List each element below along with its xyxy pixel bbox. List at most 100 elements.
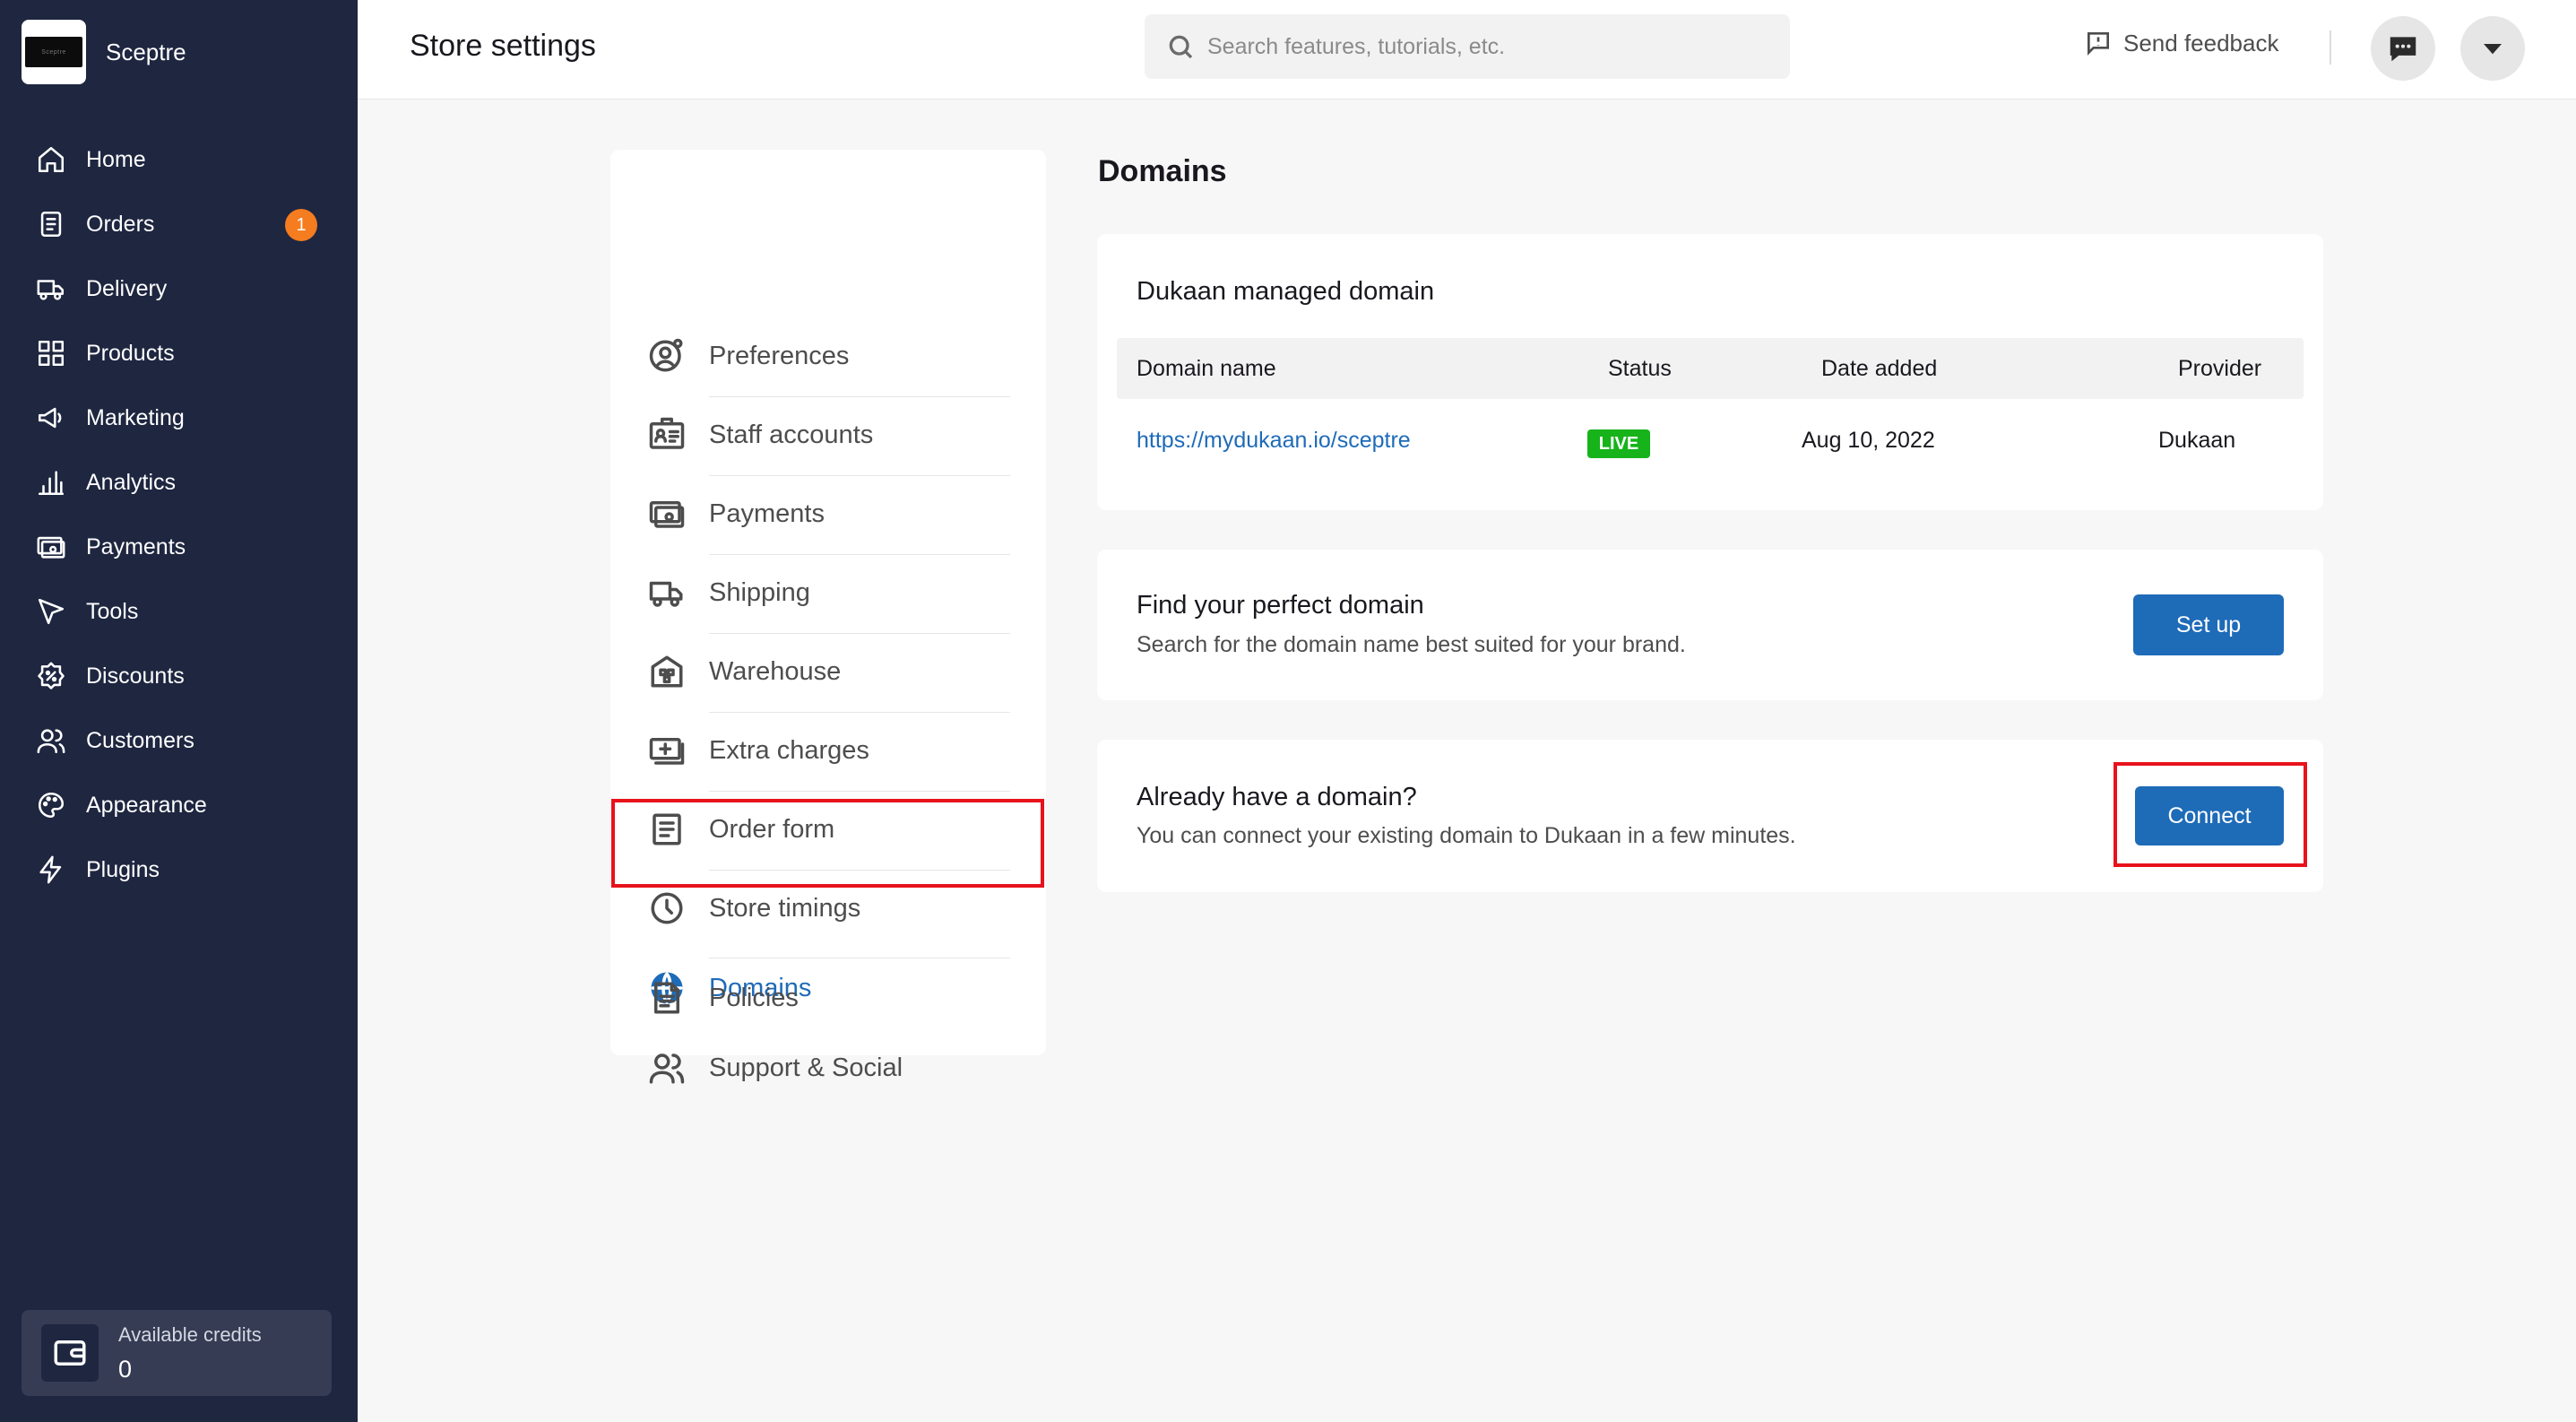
header-divider <box>2330 30 2331 65</box>
search-input[interactable] <box>1207 33 1763 60</box>
sidebar-item-label: Appearance <box>86 792 207 818</box>
send-feedback-button[interactable]: Send feedback <box>2084 29 2278 57</box>
caret-down-icon <box>2484 44 2502 55</box>
sidebar-item-label: Orders <box>86 211 155 237</box>
status-badge: LIVE <box>1587 429 1650 458</box>
account-menu-button[interactable] <box>2460 16 2525 81</box>
payments-icon <box>34 530 68 564</box>
store-brand[interactable]: Sceptre Sceptre <box>22 20 186 84</box>
settings-item-shipping[interactable]: Shipping <box>648 553 1010 632</box>
credits-label: Available credits <box>118 1322 262 1346</box>
page-title: Store settings <box>410 29 596 63</box>
top-header: Store settings Send feedback <box>358 0 2576 100</box>
sidebar-item-orders[interactable]: Orders 1 <box>0 192 358 256</box>
settings-item-label: Store timings <box>709 893 861 923</box>
managed-domain-heading: Dukaan managed domain <box>1137 277 1435 306</box>
sidebar-item-delivery[interactable]: Delivery <box>0 256 358 321</box>
grid-icon <box>34 336 68 370</box>
sidebar-item-products[interactable]: Products <box>0 321 358 386</box>
column-domain-name: Domain name <box>1137 356 1276 381</box>
sidebar-item-label: Payments <box>86 533 186 559</box>
sidebar-item-plugins[interactable]: Plugins <box>0 837 358 902</box>
settings-item-label: Support & Social <box>709 1053 903 1082</box>
settings-item-label: Preferences <box>709 341 850 370</box>
order-form-icon <box>648 811 686 848</box>
sidebar-item-label: Home <box>86 146 146 172</box>
wallet-icon <box>41 1324 99 1382</box>
sidebar-item-label: Analytics <box>86 469 177 495</box>
settings-item-label: Extra charges <box>709 735 869 765</box>
palette-icon <box>34 788 68 822</box>
megaphone-icon <box>34 401 68 435</box>
column-status: Status <box>1608 356 1672 381</box>
connect-domain-subtext: You can connect your existing domain to … <box>1137 823 1796 848</box>
settings-item-label: Warehouse <box>709 656 842 686</box>
bar-chart-icon <box>34 465 68 499</box>
sidebar-item-customers[interactable]: Customers <box>0 708 358 773</box>
store-name: Sceptre <box>106 38 186 65</box>
sidebar-item-label: Tools <box>86 598 139 624</box>
staff-icon <box>648 416 686 454</box>
sidebar-item-label: Customers <box>86 727 194 753</box>
available-credits-card[interactable]: Available credits 0 <box>22 1310 332 1396</box>
search-bar[interactable] <box>1145 14 1790 79</box>
home-icon <box>34 143 68 177</box>
provider-value: Dukaan <box>2158 428 2236 453</box>
sidebar-item-discounts[interactable]: Discounts <box>0 644 358 708</box>
search-icon <box>1169 35 1193 59</box>
store-logo-text: Sceptre <box>41 48 66 56</box>
domain-link[interactable]: https://mydukaan.io/sceptre <box>1137 428 1411 454</box>
sidebar-item-label: Delivery <box>86 275 168 301</box>
connect-button[interactable]: Connect <box>2135 786 2284 845</box>
settings-item-staff-accounts[interactable]: Staff accounts <box>648 395 1010 474</box>
payments-icon <box>648 495 686 533</box>
settings-item-label: Order form <box>709 814 835 844</box>
settings-item-support-social[interactable]: Support & Social <box>648 1028 1010 1107</box>
settings-item-label: Payments <box>709 499 825 528</box>
connect-domain-heading: Already have a domain? <box>1137 783 1417 811</box>
feedback-icon <box>2088 32 2109 56</box>
lightning-icon <box>34 853 68 887</box>
orders-icon <box>34 207 68 241</box>
settings-item-warehouse[interactable]: Warehouse <box>648 632 1010 711</box>
sidebar-item-home[interactable]: Home <box>0 127 358 192</box>
users-icon <box>34 724 68 758</box>
sidebar-item-tools[interactable]: Tools <box>0 579 358 644</box>
sidebar-item-label: Plugins <box>86 856 160 882</box>
policies-icon <box>648 979 686 1017</box>
find-domain-subtext: Search for the domain name best suited f… <box>1137 632 1686 657</box>
settings-item-label: Shipping <box>709 577 810 607</box>
column-date-added: Date added <box>1821 356 1938 381</box>
store-logo: Sceptre <box>22 20 86 84</box>
sidebar-nav: Home Orders 1 Delivery Products Marketin… <box>0 127 358 902</box>
managed-domain-card: Dukaan managed domain Domain name Status… <box>1097 234 2323 510</box>
sidebar-item-label: Products <box>86 340 175 366</box>
sidebar-item-label: Marketing <box>86 404 185 430</box>
support-icon <box>648 1049 686 1087</box>
sidebar-item-marketing[interactable]: Marketing <box>0 386 358 450</box>
find-domain-card: Find your perfect domain Search for the … <box>1097 550 2323 700</box>
extra-charges-icon <box>648 732 686 769</box>
settings-item-preferences[interactable]: Preferences <box>648 316 1010 395</box>
domain-table-header: Domain name Status Date added Provider <box>1117 338 2304 399</box>
chat-icon <box>2390 37 2416 62</box>
settings-item-store-timings[interactable]: Store timings <box>648 869 1010 948</box>
set-up-button[interactable]: Set up <box>2133 594 2284 655</box>
truck-icon <box>34 272 68 306</box>
credits-value: 0 <box>118 1355 133 1383</box>
settings-item-extra-charges[interactable]: Extra charges <box>648 711 1010 790</box>
sidebar-item-payments[interactable]: Payments <box>0 515 358 579</box>
settings-item-policies[interactable]: Policies <box>648 958 1010 1037</box>
sidebar-item-label: Discounts <box>86 663 185 689</box>
chat-button[interactable] <box>2371 16 2435 81</box>
settings-item-payments[interactable]: Payments <box>648 474 1010 553</box>
clock-icon <box>648 889 686 927</box>
sidebar: Sceptre Sceptre Home Orders 1 Delivery P… <box>0 0 358 1422</box>
sidebar-item-analytics[interactable]: Analytics <box>0 450 358 515</box>
warehouse-icon <box>648 653 686 690</box>
sidebar-item-appearance[interactable]: Appearance <box>0 773 358 837</box>
truck-icon <box>648 574 686 611</box>
settings-item-order-form[interactable]: Order form <box>648 790 1010 869</box>
connect-domain-card: Already have a domain? You can connect y… <box>1097 740 2323 892</box>
settings-item-label: Staff accounts <box>709 420 874 449</box>
